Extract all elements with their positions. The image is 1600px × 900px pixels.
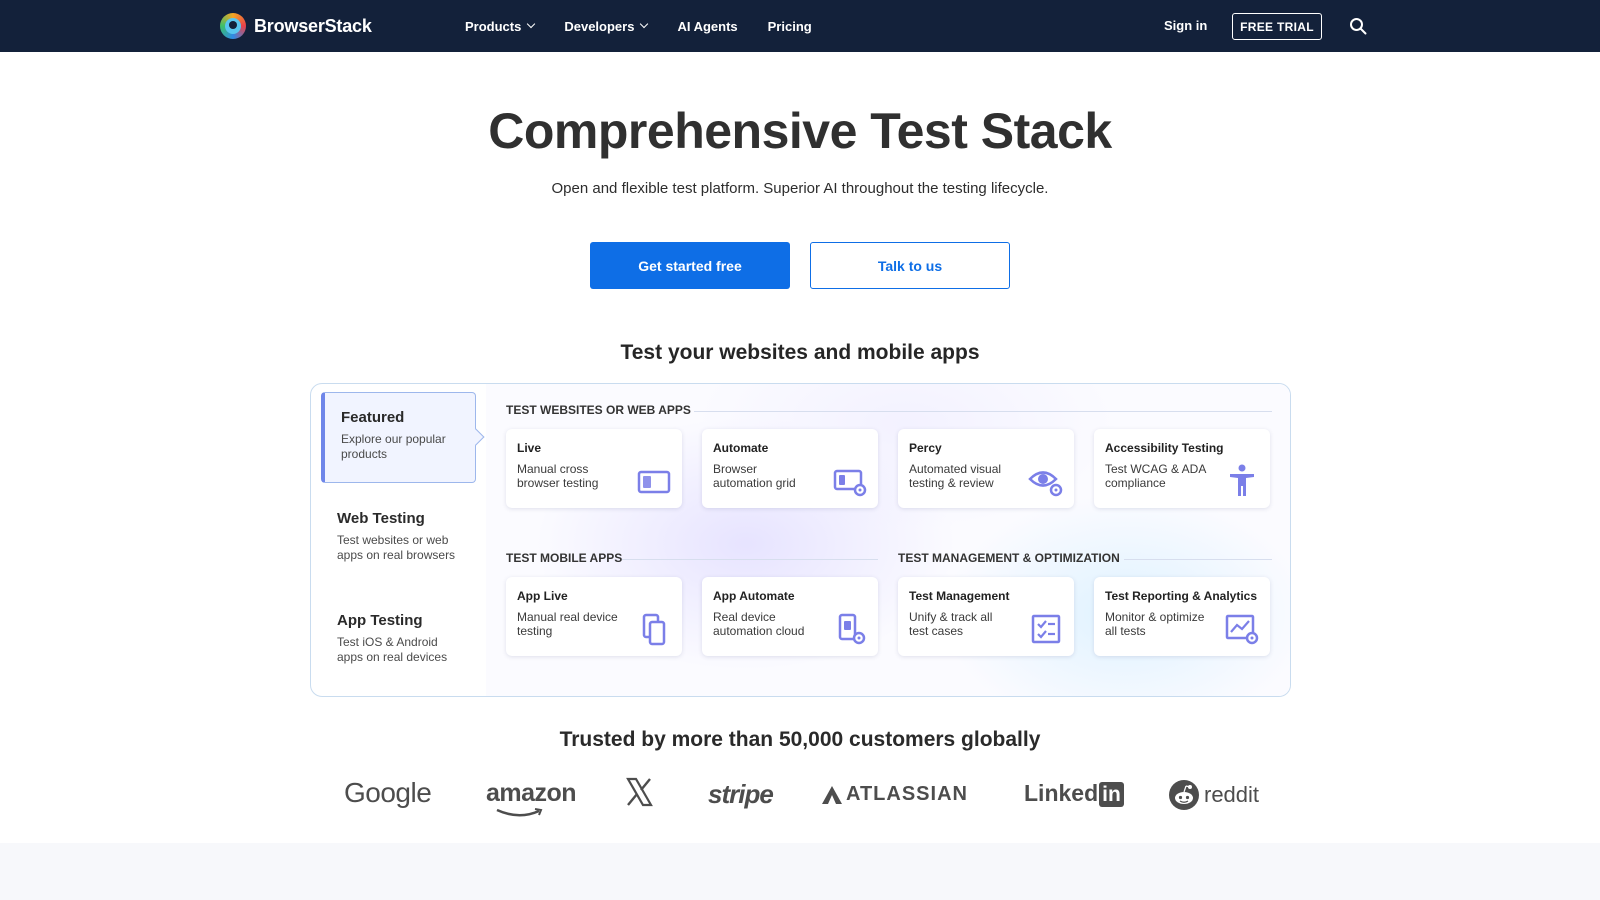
google-logo: Google: [344, 777, 432, 808]
nav-ai-agents-label: AI Agents: [677, 18, 738, 34]
customer-logos: Google amazon stripe ATLASSIAN Linked in …: [0, 775, 1600, 819]
hero-subtitle: Open and flexible test platform. Superio…: [551, 180, 1049, 197]
browser-window-icon: [637, 470, 671, 494]
chevron-down-icon: [640, 19, 649, 29]
product-card-test-reporting-analytics[interactable]: Test Reporting & Analytics Monitor & opt…: [1094, 577, 1270, 656]
featured-products-area: TEST WEBSITES OR WEB APPS Live Manual cr…: [486, 384, 1290, 696]
get-started-free-button[interactable]: Get started free: [590, 242, 790, 289]
linkedin-in-box: in: [1099, 782, 1124, 807]
tab-web-testing-desc: Test websites or web apps on real browse…: [337, 533, 456, 562]
talk-to-us-button[interactable]: Talk to us: [810, 242, 1010, 289]
group-divider: [1124, 559, 1272, 560]
amazon-logo: amazon: [486, 779, 577, 807]
free-trial-button[interactable]: FREE TRIAL: [1232, 13, 1322, 40]
products-panel: Featured Explore our popular products We…: [310, 383, 1291, 697]
next-section-band: [0, 843, 1600, 900]
group-label-mobile: TEST MOBILE APPS: [506, 551, 623, 565]
nav-products-label: Products: [465, 18, 522, 34]
group-label-management: TEST MANAGEMENT & OPTIMIZATION: [898, 551, 1120, 565]
hero-title: Comprehensive Test Stack: [488, 103, 1112, 159]
nav-products[interactable]: Products: [465, 18, 536, 34]
atlassian-mark-icon: [822, 786, 842, 804]
linkedin-logo: Linked in: [1024, 780, 1124, 807]
card-desc: Browser automation grid: [713, 462, 796, 490]
group-divider: [694, 411, 1272, 412]
card-title: App Live: [517, 589, 568, 603]
nav-ai-agents[interactable]: AI Agents: [677, 19, 737, 34]
product-card-app-automate[interactable]: App Automate Real device automation clou…: [702, 577, 878, 656]
card-title: Automate: [713, 441, 769, 455]
product-card-automate[interactable]: Automate Browser automation grid: [702, 429, 878, 508]
card-title: Accessibility Testing: [1105, 441, 1224, 455]
tab-featured-title: Featured: [341, 409, 405, 426]
card-desc: Monitor & optimize all tests: [1105, 610, 1205, 638]
products-section-title: Test your websites and mobile apps: [620, 341, 980, 364]
browser-gear-icon: [833, 469, 867, 497]
stripe-logo: stripe: [708, 779, 774, 809]
card-title: Live: [517, 441, 542, 455]
card-desc: Test WCAG & ADA compliance: [1105, 462, 1206, 490]
tab-featured-desc: Explore our popular products: [341, 432, 446, 461]
tab-app-testing[interactable]: App Testing Test iOS & Android apps on r…: [321, 596, 476, 665]
browserstack-logo-icon: [220, 13, 246, 39]
checklist-icon: [1031, 614, 1061, 644]
nav-developers-label: Developers: [564, 18, 635, 34]
group-label-web: TEST WEBSITES OR WEB APPS: [506, 403, 691, 417]
card-desc: Manual real device testing: [517, 610, 618, 638]
eye-gear-icon: [1028, 471, 1063, 497]
tab-web-testing[interactable]: Web Testing Test websites or web apps on…: [321, 494, 476, 563]
card-desc: Manual cross browser testing: [517, 462, 599, 490]
nav-pricing[interactable]: Pricing: [768, 19, 812, 34]
chevron-down-icon: [527, 19, 536, 29]
reddit-alien-icon: [1169, 780, 1199, 810]
group-divider: [622, 559, 878, 560]
main-nav: Products Developers AI Agents Pricing: [465, 0, 842, 52]
product-card-percy[interactable]: Percy Automated visual testing & review: [898, 429, 1074, 508]
chart-gear-icon: [1225, 614, 1259, 645]
tab-app-testing-desc: Test iOS & Android apps on real devices: [337, 635, 448, 664]
card-desc: Automated visual testing & review: [909, 462, 1002, 490]
devices-icon: [642, 613, 666, 646]
accessibility-icon: [1230, 464, 1254, 496]
card-title: App Automate: [713, 589, 795, 603]
linkedin-wordmark: Linked: [1024, 780, 1099, 806]
card-title: Test Management: [909, 589, 1010, 603]
product-card-test-management[interactable]: Test Management Unify & track all test c…: [898, 577, 1074, 656]
product-card-app-live[interactable]: App Live Manual real device testing: [506, 577, 682, 656]
nav-developers[interactable]: Developers: [564, 18, 649, 34]
product-card-accessibility-testing[interactable]: Accessibility Testing Test WCAG & ADA co…: [1094, 429, 1270, 508]
x-logo-icon: [626, 777, 653, 807]
card-desc: Unify & track all test cases: [909, 610, 993, 638]
sign-in-link[interactable]: Sign in: [1164, 18, 1207, 33]
nav-pricing-label: Pricing: [767, 18, 812, 34]
card-title: Test Reporting & Analytics: [1105, 589, 1258, 603]
search-icon[interactable]: [1349, 17, 1367, 35]
reddit-logo: reddit: [1168, 779, 1259, 811]
brand-logo[interactable]: BrowserStack: [220, 13, 372, 39]
trusted-by-title: Trusted by more than 50,000 customers gl…: [559, 728, 1041, 751]
tab-web-testing-title: Web Testing: [337, 510, 425, 527]
amazon-smile-icon: [496, 808, 543, 817]
card-desc: Real device automation cloud: [713, 610, 805, 638]
tab-featured[interactable]: Featured Explore our popular products: [321, 392, 476, 483]
product-card-live[interactable]: Live Manual cross browser testing: [506, 429, 682, 508]
device-gear-icon: [838, 613, 866, 645]
atlassian-logo: ATLASSIAN: [846, 783, 968, 805]
tab-app-testing-title: App Testing: [337, 612, 423, 629]
card-title: Percy: [909, 441, 942, 455]
reddit-wordmark: reddit: [1204, 782, 1260, 807]
top-nav-bar: BrowserStack Products Developers AI Agen…: [0, 0, 1600, 52]
brand-name: BrowserStack: [254, 15, 372, 36]
